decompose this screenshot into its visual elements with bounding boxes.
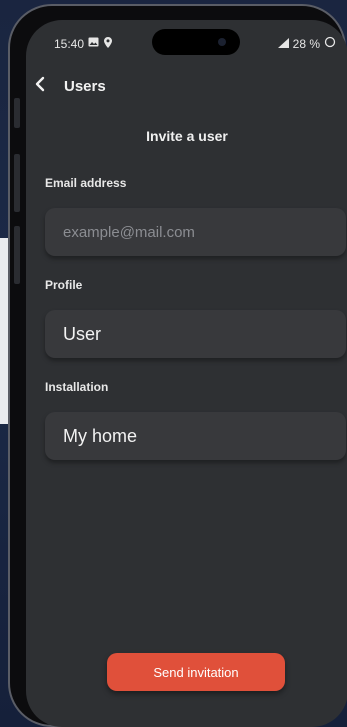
profile-value: User [63, 323, 102, 344]
signal-icon [277, 37, 289, 51]
image-icon [88, 37, 99, 51]
status-time: 15:40 [54, 37, 85, 51]
phone-side-button [14, 154, 20, 212]
nav-title: Users [64, 78, 106, 95]
chevron-left-icon [34, 76, 46, 97]
status-indicators: 28 % [277, 36, 336, 51]
profile-select[interactable]: User [45, 310, 346, 358]
app-screen: 15:40 28 % Users Invite a user Email add… [26, 20, 347, 727]
battery-percent: 28 % [292, 36, 320, 51]
email-input[interactable] [45, 208, 346, 256]
email-label: Email address [45, 176, 127, 190]
battery-ring-icon [324, 36, 336, 51]
installation-value: My home [63, 425, 138, 446]
send-invitation-button[interactable]: Send invitation [107, 653, 285, 691]
status-bar: 15:40 28 % [26, 20, 347, 64]
back-button[interactable]: Users [34, 76, 106, 97]
phone-frame: 15:40 28 % Users Invite a user Email add… [8, 4, 347, 727]
phone-side-button [14, 98, 20, 128]
installation-select[interactable]: My home [45, 412, 346, 460]
installation-label: Installation [45, 380, 109, 394]
page-title: Invite a user [146, 128, 228, 144]
profile-label: Profile [45, 278, 83, 292]
camera-island [152, 29, 240, 55]
phone-side-button [14, 226, 20, 284]
camera-icon [218, 38, 226, 46]
location-pin-icon [104, 37, 112, 52]
